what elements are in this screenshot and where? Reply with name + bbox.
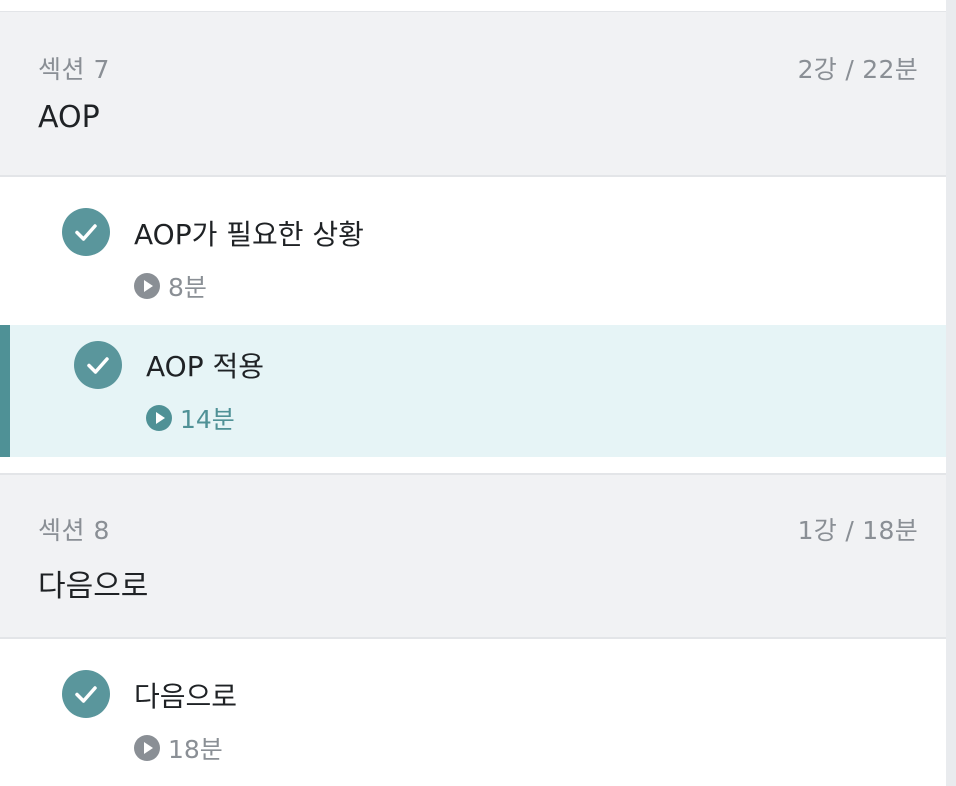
section-meta: 2강 / 22분 — [797, 55, 918, 84]
lesson-item-aop-needed[interactable]: AOP가 필요한 상황 8분 — [0, 177, 946, 325]
lesson-item-aop-apply[interactable]: AOP 적용 14분 — [0, 325, 946, 457]
section-title: AOP — [38, 100, 100, 135]
curriculum-list: 섹션 7 2강 / 22분 AOP AOP가 필요한 상황 8분 AOP 적용 … — [0, 0, 946, 786]
active-indicator — [0, 325, 10, 457]
lesson-title: 다음으로 — [134, 680, 238, 713]
section-meta: 1강 / 18분 — [797, 516, 918, 545]
lesson-title: AOP가 필요한 상황 — [134, 218, 364, 251]
duration-text: 14분 — [180, 405, 235, 434]
section-title: 다음으로 — [38, 569, 149, 604]
lesson-title: AOP 적용 — [146, 350, 265, 383]
lesson-duration: 14분 — [146, 400, 235, 436]
duration-text: 18분 — [168, 735, 223, 764]
scrollbar-track[interactable] — [946, 0, 956, 786]
section-label: 섹션 7 — [38, 55, 110, 84]
check-icon — [62, 670, 110, 718]
duration-text: 8분 — [168, 273, 207, 302]
section-label: 섹션 8 — [38, 516, 110, 545]
section-header-8[interactable]: 섹션 8 1강 / 18분 다음으로 — [0, 473, 946, 639]
check-icon — [62, 208, 110, 256]
lesson-duration: 8분 — [134, 268, 207, 304]
play-icon — [134, 735, 160, 761]
section-header-7[interactable]: 섹션 7 2강 / 22분 AOP — [0, 12, 946, 177]
check-icon — [74, 341, 122, 389]
lesson-item-next-steps[interactable]: 다음으로 18분 — [0, 639, 946, 786]
lesson-duration: 18분 — [134, 730, 223, 766]
play-icon — [134, 273, 160, 299]
play-icon — [146, 405, 172, 431]
